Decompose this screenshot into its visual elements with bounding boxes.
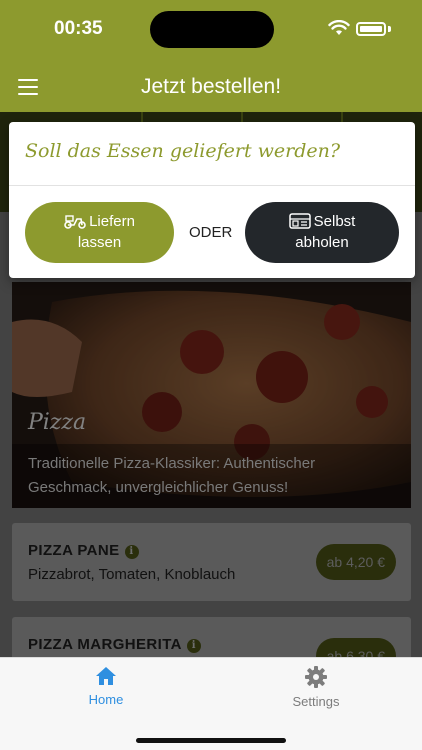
tab-settings-label: Settings <box>292 694 340 709</box>
tab-settings[interactable]: Settings <box>266 666 366 709</box>
tab-bar: Home Settings <box>0 657 422 750</box>
tab-home[interactable]: Home <box>56 666 156 707</box>
dynamic-island <box>150 11 274 48</box>
battery-cap <box>388 26 391 32</box>
home-icon <box>96 667 116 685</box>
status-bar: 00:35 <box>0 0 422 62</box>
status-time: 00:35 <box>54 18 103 39</box>
delivery-label-2: lassen <box>77 234 122 251</box>
pickup-label-1: Selbst <box>313 213 356 230</box>
gear-icon <box>305 666 327 688</box>
page-title: Jetzt bestellen! <box>140 75 282 98</box>
battery-icon <box>356 22 386 36</box>
delivery-button-line1: Liefern <box>25 212 174 232</box>
divider <box>9 185 415 186</box>
dialog-title: Soll das Essen geliefert werden? <box>25 140 341 162</box>
pickup-button-line1: Selbst <box>245 212 399 232</box>
home-indicator <box>136 738 286 743</box>
app-bar: Jetzt bestellen! <box>0 62 422 112</box>
tab-home-label: Home <box>88 692 124 707</box>
pickup-label-2: abholen <box>295 234 349 251</box>
delivery-button[interactable]: Liefern lassen <box>25 202 174 263</box>
wifi-icon <box>328 20 350 35</box>
store-icon <box>288 213 311 229</box>
scooter-icon <box>64 215 86 229</box>
delivery-label-1: Liefern <box>89 213 135 230</box>
or-label: ODER <box>189 224 233 241</box>
pickup-button[interactable]: Selbst abholen <box>245 202 399 263</box>
delivery-choice-dialog: Soll das Essen geliefert werden? Liefern… <box>9 122 415 278</box>
